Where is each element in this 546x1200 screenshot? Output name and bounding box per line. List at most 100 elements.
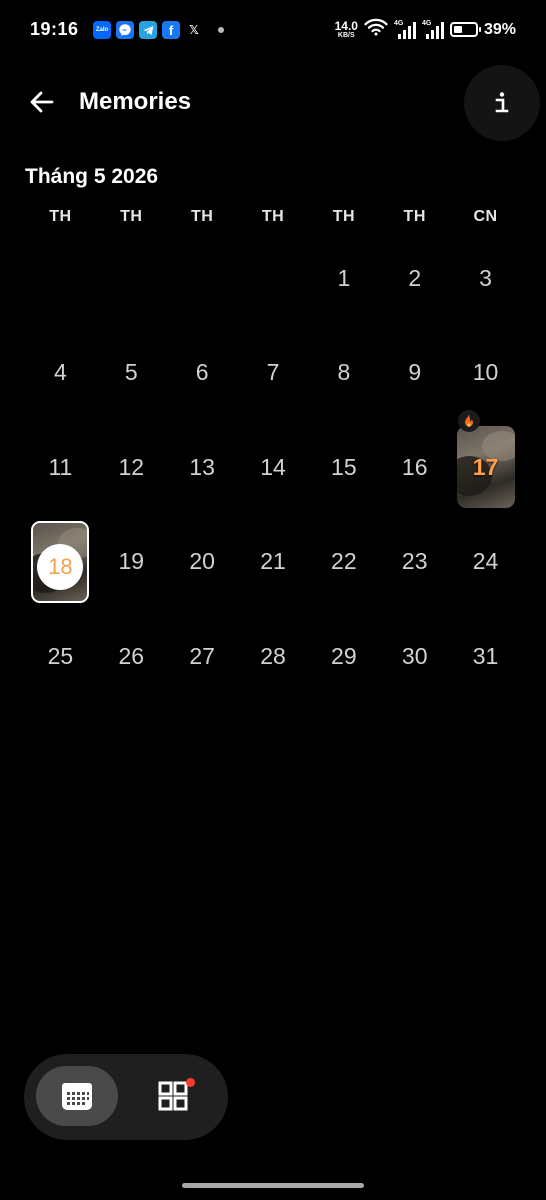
status-time: 19:16	[30, 19, 79, 39]
facebook-icon: f	[162, 21, 180, 39]
calendar-day-9[interactable]: 9	[379, 326, 450, 421]
telegram-icon	[139, 21, 157, 39]
zalo-icon: Zalo	[93, 21, 111, 39]
weekday-label: TH	[332, 208, 356, 225]
day-number: 10	[472, 359, 499, 386]
calendar-day-14[interactable]: 14	[238, 420, 309, 515]
calendar-day-13[interactable]: 13	[167, 420, 238, 515]
calendar-day-7[interactable]: 7	[238, 326, 309, 421]
bottom-nav	[24, 1054, 228, 1140]
calendar-day-15[interactable]: 15	[308, 420, 379, 515]
calendar-day-22[interactable]: 22	[308, 515, 379, 610]
battery-percent: 39%	[483, 20, 516, 38]
calendar-day-30[interactable]: 30	[379, 609, 450, 704]
calendar-day-23[interactable]: 23	[379, 515, 450, 610]
day-number: 24	[472, 548, 499, 575]
day-number: 27	[189, 642, 215, 669]
weekday-label: TH	[120, 208, 143, 225]
month-label: Tháng 5 2026	[25, 165, 159, 188]
calendar-empty-cell	[167, 231, 238, 326]
net-speed-unit: KB/S	[337, 32, 355, 39]
fire-streak-icon	[458, 410, 481, 432]
day-number: 7	[266, 359, 280, 386]
calendar-icon	[62, 1083, 92, 1110]
calendar-day-4[interactable]: 4	[25, 326, 96, 421]
info-button[interactable]	[464, 65, 540, 141]
day-number: 6	[195, 359, 209, 386]
day-number: 28	[260, 642, 286, 669]
day-number: 5	[124, 359, 138, 386]
day-number: 23	[401, 548, 428, 575]
day-number: 19	[118, 548, 145, 575]
weekday-label: CN	[473, 208, 498, 225]
day-number: 20	[189, 548, 215, 575]
calendar-day-29[interactable]: 29	[308, 609, 379, 704]
weekday-header: TH TH TH TH TH TH CN	[25, 208, 521, 226]
day-number: 4	[54, 359, 67, 386]
calendar-day-24[interactable]: 24	[450, 515, 521, 610]
calendar-week-row: 1 2 3	[25, 231, 521, 326]
calendar-day-6[interactable]: 6	[167, 326, 238, 421]
calendar-week-row: 18 19 20 21 22 23 24	[25, 515, 521, 610]
calendar-day-25[interactable]: 25	[25, 609, 96, 704]
calendar-day-1[interactable]: 1	[308, 231, 379, 326]
weekday-label: TH	[49, 208, 72, 225]
page-title: Memories	[79, 88, 192, 115]
calendar-day-16[interactable]: 16	[379, 420, 450, 515]
messenger-icon	[116, 21, 134, 39]
arrow-left-icon	[30, 91, 54, 113]
grid-view-button[interactable]	[132, 1066, 214, 1126]
calendar-day-5[interactable]: 5	[96, 326, 167, 421]
calendar-day-21[interactable]: 21	[238, 515, 309, 610]
weekday-label: TH	[190, 208, 214, 225]
calendar-week-row: 4 5 6 7 8 9 10	[25, 326, 521, 421]
calendar-day-26[interactable]: 26	[96, 609, 167, 704]
calendar-day-11[interactable]: 11	[25, 420, 96, 515]
calendar-day-3[interactable]: 3	[450, 231, 521, 326]
calendar-day-12[interactable]: 12	[96, 420, 167, 515]
day-number: 1	[337, 264, 351, 291]
day-number: 21	[260, 548, 286, 575]
day-number: 14	[260, 453, 286, 480]
memory-thumbnail[interactable]: 18	[31, 520, 90, 603]
day-number: 15	[331, 453, 357, 480]
day-number: 31	[472, 642, 499, 669]
calendar-grid: 1 2 3 4 5 6 7 8 9 10 11 12 13 14 15 16 17 18 19 20 21 22 23 24 2…	[25, 231, 521, 704]
calendar-week-row: 25 26 27 28 29 30 31	[25, 609, 521, 704]
home-indicator	[182, 1183, 364, 1188]
day-number: 25	[47, 642, 74, 669]
info-icon	[495, 92, 509, 113]
calendar-week-row: 11 12 13 14 15 16 17	[25, 410, 521, 515]
today-day-number: 18	[37, 543, 84, 590]
network-speed: 14.0 KB/S	[335, 20, 358, 39]
back-button[interactable]	[22, 82, 62, 122]
more-notifications-dot	[218, 27, 224, 33]
x-icon: 𝕏	[185, 21, 203, 39]
calendar-day-10[interactable]: 10	[450, 326, 521, 421]
notification-badge	[186, 1078, 195, 1087]
calendar-day-8[interactable]: 8	[308, 326, 379, 421]
calendar-day-20[interactable]: 20	[167, 515, 238, 610]
calendar-day-27[interactable]: 27	[167, 609, 238, 704]
calendar-day-28[interactable]: 28	[238, 609, 309, 704]
day-number: 22	[331, 548, 357, 575]
weekday-label: TH	[403, 208, 426, 225]
calendar-day-19[interactable]: 19	[96, 515, 167, 610]
day-number: 2	[408, 264, 422, 291]
day-number: 11	[48, 453, 73, 480]
calendar-day-2[interactable]: 2	[379, 231, 450, 326]
net-speed-value: 14.0	[334, 19, 358, 33]
calendar-day-31[interactable]: 31	[450, 609, 521, 704]
calendar-empty-cell	[238, 231, 309, 326]
calendar-day-17[interactable]: 17	[450, 410, 521, 515]
grid-icon	[158, 1081, 188, 1111]
day-number: 17	[472, 453, 499, 480]
day-number: 3	[479, 264, 492, 291]
calendar-view-button[interactable]	[36, 1066, 118, 1126]
system-icons: 14.0 KB/S 4G 4G 39%	[335, 18, 516, 41]
wifi-icon	[364, 18, 388, 41]
signal-icon-2: 4G	[422, 20, 444, 40]
day-number: 29	[331, 642, 357, 669]
day-number: 12	[118, 453, 145, 480]
calendar-day-18[interactable]: 18	[25, 515, 96, 610]
